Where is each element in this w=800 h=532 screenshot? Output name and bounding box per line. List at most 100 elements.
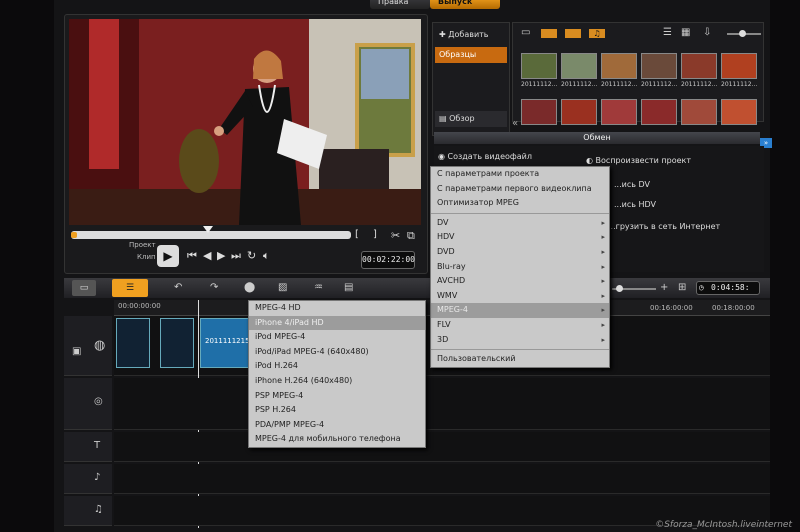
media-thumbnail[interactable] — [561, 99, 597, 125]
zoom-in-icon[interactable]: + — [660, 282, 668, 293]
video-clip[interactable]: 201111121522 — [200, 318, 258, 368]
menu-item[interactable]: FLV ▸ — [431, 318, 609, 333]
menu-item[interactable]: PDA/PMP MPEG-4 — [249, 418, 425, 433]
library-thumbnails: ▭ ♫ ☰ ▦ ⇩ 20111112... 20111112... 201111… — [512, 22, 764, 125]
menu-item[interactable]: PSP H.264 — [249, 403, 425, 418]
mark-in-button[interactable]: [ — [355, 229, 359, 240]
menu-separator — [431, 349, 609, 351]
menu-item[interactable]: WMV ▸ — [431, 289, 609, 304]
subtitle-icon[interactable]: ▤ — [344, 282, 353, 293]
menu-item[interactable]: MPEG-4 для мобильного телефона — [249, 432, 425, 447]
media-thumbnail[interactable] — [681, 99, 717, 125]
undo-icon[interactable]: ↶ — [174, 282, 182, 293]
menu-item[interactable]: MPEG-4 HD — [249, 301, 425, 316]
menu-item[interactable]: iPhone 4/iPad HD — [249, 315, 425, 331]
media-thumbnail[interactable] — [641, 99, 677, 125]
menu-item[interactable]: MPEG-4 ▸ — [431, 303, 609, 318]
prev-frame-icon[interactable]: ◀ — [203, 249, 211, 262]
menu-item[interactable]: Пользовательский — [431, 352, 609, 367]
play-button[interactable]: ▶ — [157, 245, 179, 267]
image-icon[interactable]: ▨ — [278, 282, 287, 293]
timecode-display[interactable]: 00:02:22:00 — [361, 251, 415, 269]
next-frame-icon[interactable]: ▶ — [217, 249, 225, 262]
browse-button[interactable]: ▤ Обзор — [435, 111, 507, 127]
title-track-header[interactable]: T — [64, 432, 112, 462]
menu-item[interactable]: Blu-ray ▸ — [431, 260, 609, 275]
write-hdv-option[interactable]: ...ись HDV — [614, 200, 656, 209]
menu-item[interactable]: Оптимизатор MPEG — [431, 196, 609, 211]
mode-project[interactable]: Проект — [129, 241, 156, 249]
scissors-icon[interactable]: ✂ — [391, 229, 400, 242]
collapse-library-icon[interactable]: « — [512, 118, 518, 129]
tab-share[interactable]: Выпуск — [430, 0, 500, 9]
timeline-view-button[interactable]: ☰ — [112, 279, 148, 297]
menu-item[interactable]: AVCHD ▸ — [431, 274, 609, 289]
mode-clip[interactable]: Клип — [137, 253, 156, 261]
menu-item[interactable]: PSP MPEG-4 — [249, 389, 425, 404]
media-thumbnail[interactable] — [521, 53, 557, 79]
scrub-handle[interactable] — [203, 226, 213, 233]
media-thumbnail[interactable] — [601, 99, 637, 125]
menu-item-label: PSP H.264 — [255, 405, 296, 415]
title-icon: T — [94, 440, 101, 451]
menu-item[interactable]: iPod H.264 — [249, 359, 425, 374]
menu-item[interactable]: iPod/iPad MPEG-4 (640x480) — [249, 345, 425, 360]
menu-item[interactable]: С параметрами первого видеоклипа — [431, 182, 609, 197]
storyboard-view-button[interactable]: ▭ — [72, 280, 96, 296]
play-project-option[interactable]: ◐ Воспроизвести проект — [586, 156, 691, 165]
add-folder-button[interactable]: ✚ Добавить — [435, 27, 507, 43]
trim-in-marker[interactable] — [71, 232, 77, 238]
zoom-slider[interactable] — [612, 285, 656, 292]
folder-icon[interactable]: ▭ — [521, 27, 530, 38]
end-icon[interactable]: ⏭ — [231, 249, 241, 263]
media-thumbnail[interactable] — [521, 99, 557, 125]
upload-internet-option[interactable]: ...грузить в сеть Интернет — [608, 222, 720, 231]
scrub-bar[interactable] — [71, 226, 351, 239]
menu-item[interactable]: iPhone H.264 (640x480) — [249, 374, 425, 389]
media-thumbnail[interactable] — [561, 53, 597, 79]
mark-out-button[interactable]: ] — [373, 229, 377, 240]
audio-waveform-icon[interactable]: ♒ — [314, 282, 323, 293]
volume-icon[interactable]: 🔈︎ — [263, 249, 270, 263]
ruler-tick: 00:16:00:00 — [650, 304, 693, 312]
redo-icon[interactable]: ↷ — [210, 282, 218, 293]
record-capture-icon[interactable]: ⬤ — [244, 282, 255, 293]
music-track-header[interactable]: ♫ — [64, 496, 112, 526]
library-folder-samples[interactable]: Образцы — [435, 47, 507, 63]
menu-item[interactable]: iPod MPEG-4 — [249, 330, 425, 345]
menu-item[interactable]: HDV ▸ — [431, 230, 609, 245]
write-dv-option[interactable]: ...ись DV — [614, 180, 650, 189]
create-video-file-option[interactable]: ◉ Создать видеофайл — [438, 152, 532, 161]
menu-item[interactable]: DV ▸ — [431, 216, 609, 231]
menu-item[interactable]: 3D ▸ — [431, 333, 609, 348]
menu-item-label: MPEG-4 — [437, 305, 468, 315]
overlay-track[interactable] — [114, 378, 770, 430]
voice-track[interactable] — [114, 464, 770, 494]
enlarge-icon[interactable]: ⧉ — [407, 229, 415, 243]
menu-item[interactable]: DVD ▸ — [431, 245, 609, 260]
voice-track-header[interactable]: ♪ — [64, 464, 112, 494]
video-clip[interactable] — [116, 318, 150, 368]
music-filter-icon[interactable]: ♫ — [589, 29, 605, 38]
thumb-size-slider[interactable] — [727, 30, 761, 37]
video-track-header[interactable]: ◍ ▣ — [64, 316, 112, 376]
media-thumbnail[interactable] — [601, 53, 637, 79]
tab-edit[interactable]: Правка — [370, 0, 430, 9]
sort-icon[interactable]: ⇩ — [703, 27, 711, 38]
video-clip[interactable] — [160, 318, 194, 368]
repeat-icon[interactable]: ↻ — [247, 249, 256, 262]
grid-view-icon[interactable]: ▦ — [681, 27, 690, 38]
list-view-icon[interactable]: ☰ — [663, 27, 672, 38]
overlay-track-header[interactable]: ◎ — [64, 378, 112, 430]
media-thumbnail[interactable] — [641, 53, 677, 79]
video-filter-icon[interactable] — [541, 29, 557, 38]
media-thumbnail[interactable] — [681, 53, 717, 79]
photo-filter-icon[interactable] — [565, 29, 581, 38]
media-thumbnail[interactable] — [721, 99, 757, 125]
media-thumbnail[interactable] — [721, 53, 757, 79]
fit-project-icon[interactable]: ⊞ — [678, 282, 686, 293]
home-icon[interactable]: ⏮ — [187, 249, 197, 263]
track-toggle-icon[interactable]: ▣ — [72, 346, 81, 357]
title-track[interactable] — [114, 432, 770, 462]
menu-item[interactable]: С параметрами проекта — [431, 167, 609, 182]
